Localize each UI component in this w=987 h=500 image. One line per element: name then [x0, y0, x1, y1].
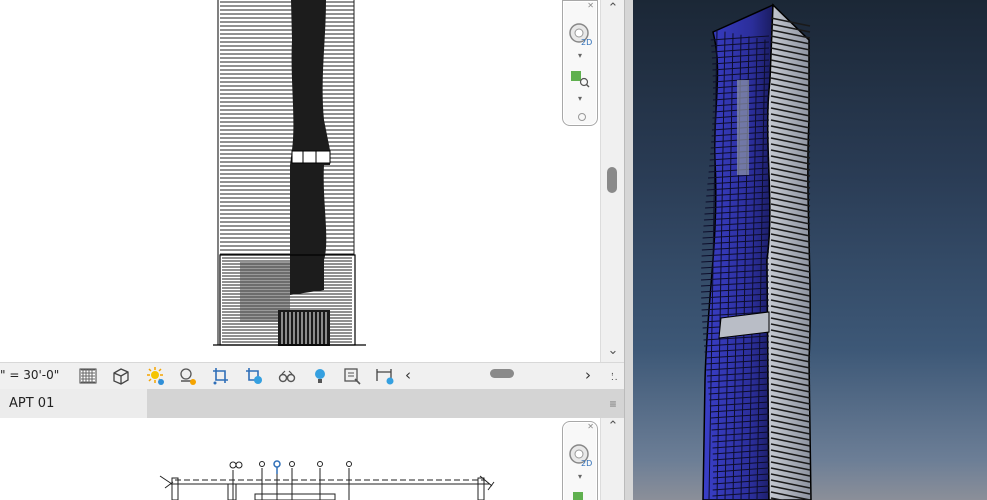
- vertical-scroll-thumb[interactable]: [607, 167, 617, 193]
- tab-apt-01[interactable]: APT 01: [0, 389, 147, 418]
- scroll-left-icon[interactable]: ‹: [405, 366, 411, 384]
- visual-style-icon[interactable]: [111, 366, 131, 386]
- zoom-region-icon[interactable]: [570, 69, 592, 89]
- shadows-icon[interactable]: [178, 366, 198, 386]
- svg-text:2D: 2D: [581, 38, 592, 47]
- scroll-up-icon[interactable]: ⌃: [601, 0, 625, 18]
- plan-navigation-bar: ✕ 2D ▾: [562, 421, 598, 500]
- plan-steering-wheel-2d-icon[interactable]: 2D: [568, 442, 594, 468]
- crown-panel: [737, 80, 749, 175]
- elevation-drawing-canvas[interactable]: [0, 0, 600, 362]
- tab-list-menu-icon[interactable]: ≡: [605, 397, 621, 411]
- horizontal-scroll-thumb[interactable]: [490, 369, 514, 378]
- tower-core-mass: [290, 0, 330, 295]
- tower-elevation-drawing: [213, 0, 366, 346]
- analytical-model-icon[interactable]: [343, 366, 363, 386]
- plan-scroll-up-icon[interactable]: ⌃: [601, 418, 625, 436]
- plan-vertical-scrollbar[interactable]: ⌃: [600, 418, 625, 500]
- crop-view-icon[interactable]: [211, 366, 231, 386]
- view-control-bar: " = 30'-0" ‹ › .:.: [0, 362, 633, 390]
- sun-path-icon[interactable]: [146, 366, 166, 386]
- plan-close-navbar-icon[interactable]: ✕: [587, 422, 594, 431]
- mechanical-floor-band: [291, 150, 331, 164]
- floor-plan-canvas[interactable]: [0, 418, 600, 500]
- elevation-view-pane: ⌃ ⌄ ✕ 2D ▾ ▾ " = 30'-0" ‹ › .:. APT 01 …: [0, 0, 633, 500]
- detail-level-icon[interactable]: [78, 366, 98, 386]
- temporary-hide-icon[interactable]: [277, 366, 297, 386]
- view-scale[interactable]: " = 30'-0": [0, 368, 59, 382]
- close-navbar-icon[interactable]: ✕: [587, 1, 594, 10]
- zoom-dropdown-icon[interactable]: ▾: [578, 94, 582, 103]
- navigation-bar: ✕ 2D ▾ ▾: [562, 0, 598, 126]
- scroll-right-icon[interactable]: ›: [585, 366, 591, 384]
- tab-label: APT 01: [9, 396, 55, 411]
- navbar-options-icon[interactable]: [578, 113, 586, 121]
- svg-text:2D: 2D: [581, 459, 592, 468]
- resize-grip-icon[interactable]: .:.: [611, 367, 619, 383]
- reveal-hidden-icon[interactable]: [310, 366, 330, 386]
- plan-wheel-dropdown-icon[interactable]: ▾: [578, 472, 582, 481]
- plan-zoom-region-icon[interactable]: [573, 492, 583, 500]
- highlight-displacement-icon[interactable]: [375, 366, 395, 386]
- wheel-dropdown-icon[interactable]: ▾: [578, 51, 582, 60]
- show-crop-region-icon[interactable]: [244, 366, 264, 386]
- 3d-view-pane[interactable]: [633, 0, 987, 500]
- scroll-down-icon[interactable]: ⌄: [601, 342, 625, 360]
- tower-3d-model: [700, 3, 812, 500]
- steering-wheel-2d-icon[interactable]: 2D: [568, 21, 594, 47]
- floor-plan-drawing: [159, 460, 495, 500]
